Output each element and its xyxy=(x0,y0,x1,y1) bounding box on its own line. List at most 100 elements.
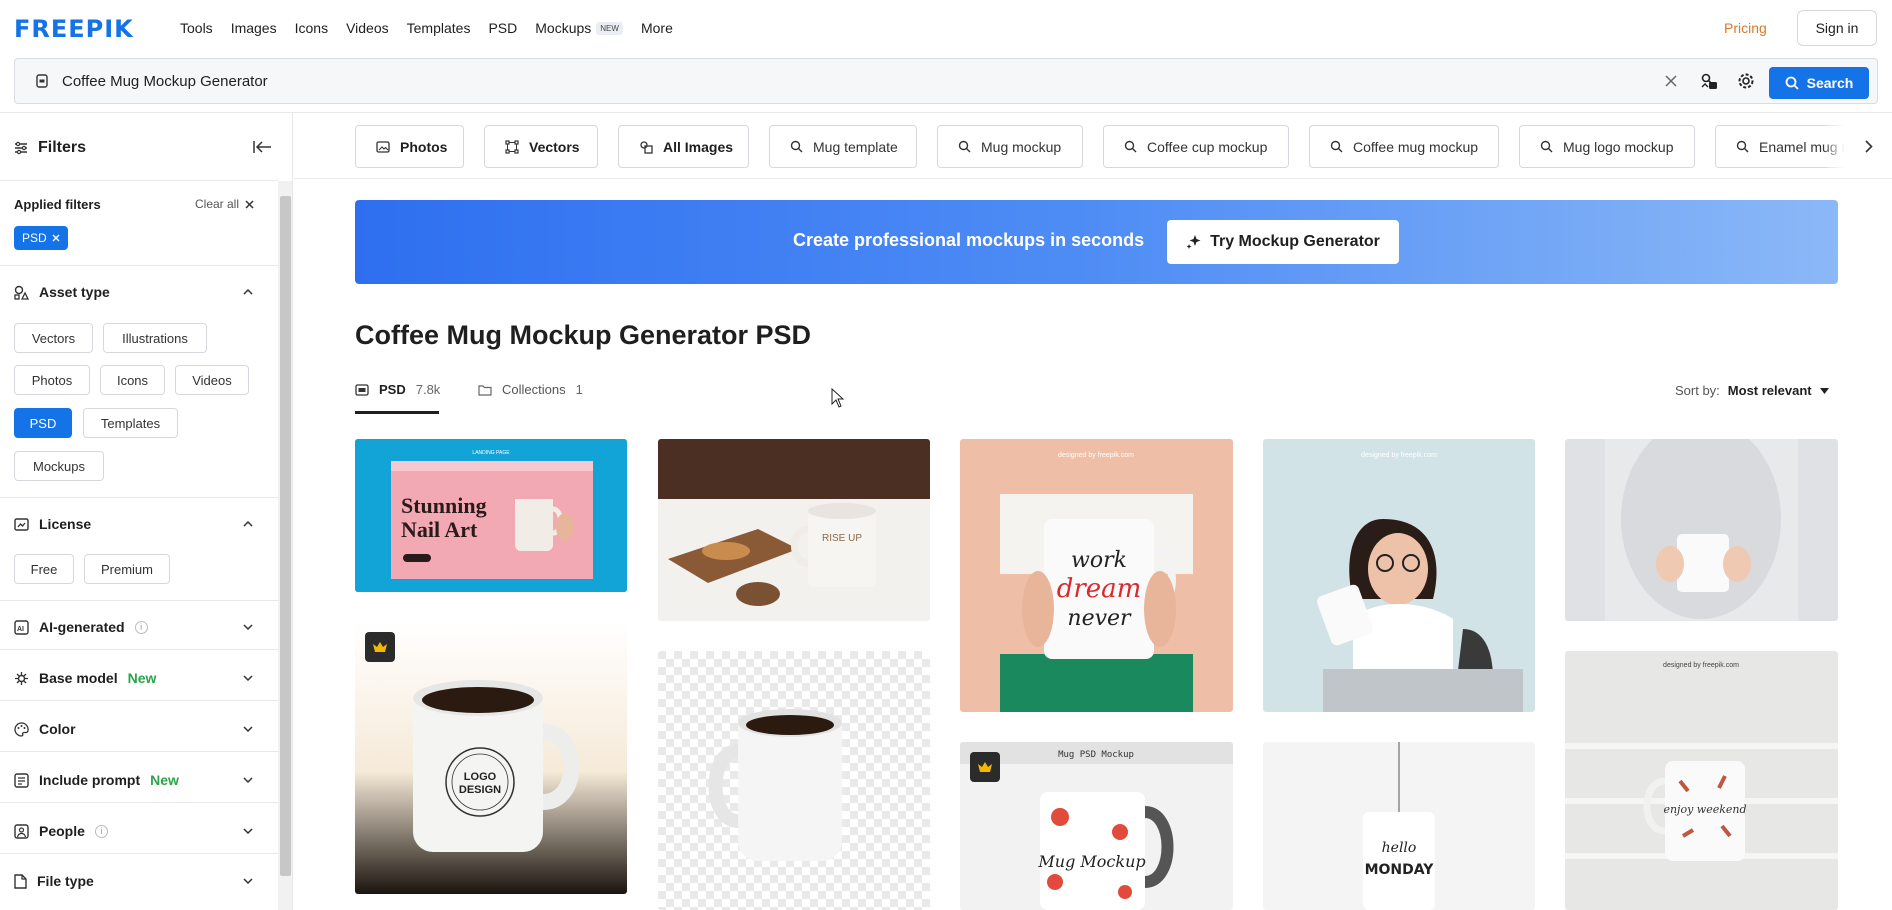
nav-templates[interactable]: Templates xyxy=(407,20,471,36)
info-icon[interactable]: i xyxy=(134,620,148,634)
page-title: Coffee Mug Mockup Generator PSD xyxy=(355,320,812,350)
nav-tools[interactable]: Tools xyxy=(180,20,213,36)
people-section-header[interactable]: People i xyxy=(14,823,264,839)
try-mockup-generator-button[interactable]: Try Mockup Generator xyxy=(1167,220,1399,264)
filter-psd-button[interactable]: PSD xyxy=(14,408,72,438)
svg-text:Nail Art: Nail Art xyxy=(401,517,478,542)
result-hello-monday-mug[interactable]: hello MONDAY xyxy=(1263,742,1535,910)
sort-by-value: Most relevant xyxy=(1727,383,1812,398)
remove-filter-icon xyxy=(52,234,60,242)
license-icon xyxy=(14,517,29,531)
divider xyxy=(0,180,278,181)
search-icon xyxy=(1736,140,1749,153)
filter-photos-button[interactable]: Photos xyxy=(14,365,90,395)
search-icon xyxy=(958,140,971,153)
svg-text:never: never xyxy=(1067,606,1132,631)
pricing-link[interactable]: Pricing xyxy=(1724,20,1767,36)
banner-text: Create professional mockups in seconds xyxy=(793,230,1145,250)
search-by-image-icon[interactable] xyxy=(1700,72,1718,90)
filter-templates-button[interactable]: Templates xyxy=(83,408,178,438)
nav-videos[interactable]: Videos xyxy=(346,20,389,36)
filter-icons-button[interactable]: Icons xyxy=(100,365,165,395)
applied-filter-chip-psd[interactable]: PSD xyxy=(14,226,68,250)
chip-mug-mockup[interactable]: Mug mockup xyxy=(937,125,1083,168)
filter-premium-button[interactable]: Premium xyxy=(84,554,170,584)
result-logo-design-mug[interactable]: LOGO DESIGN xyxy=(355,622,627,894)
svg-text:LOGO: LOGO xyxy=(464,771,497,783)
freepik-logo[interactable]: FREEPIK xyxy=(14,15,134,43)
tab-psd[interactable]: PSD 7.8k xyxy=(355,382,440,397)
settings-gear-icon[interactable] xyxy=(1737,72,1755,90)
sliders-icon xyxy=(14,141,28,155)
result-nail-art-landing[interactable]: LANDING PAGE Stunning Nail Art xyxy=(355,439,627,592)
filter-illustrations-button[interactable]: Illustrations xyxy=(103,323,207,353)
sign-in-button[interactable]: Sign in xyxy=(1797,10,1877,46)
filter-videos-button[interactable]: Videos xyxy=(175,365,249,395)
nav-mockups[interactable]: Mockups NEW xyxy=(535,20,623,36)
filter-vectors-button[interactable]: Vectors xyxy=(14,323,93,353)
result-image xyxy=(658,651,930,910)
file-type-section-header[interactable]: File type xyxy=(14,873,264,889)
tab-collections-label: Collections xyxy=(502,382,566,397)
result-hands-holding-white-mug[interactable] xyxy=(1565,439,1838,621)
sidebar-scrollbar-thumb[interactable] xyxy=(280,196,291,876)
chip-photos[interactable]: Photos xyxy=(355,125,464,168)
license-label: License xyxy=(39,516,92,532)
result-rise-up-mug[interactable]: RISE UP xyxy=(658,439,930,621)
result-woman-drinking-mug[interactable]: designed by freepik.com xyxy=(1263,439,1535,712)
chip-coffee-cup-mockup[interactable]: Coffee cup mockup xyxy=(1103,125,1289,168)
sort-by-label: Sort by: xyxy=(1675,383,1720,398)
nav-icons[interactable]: Icons xyxy=(295,20,328,36)
tab-collections[interactable]: Collections 1 xyxy=(478,382,583,397)
color-section-header[interactable]: Color xyxy=(14,721,264,737)
nav-videos-label: Videos xyxy=(346,20,389,36)
nav-images[interactable]: Images xyxy=(231,20,277,36)
filter-mockups-button[interactable]: Mockups xyxy=(14,451,104,481)
chip-mug-template[interactable]: Mug template xyxy=(769,125,917,168)
premium-crown-icon[interactable] xyxy=(365,632,395,662)
result-mug-psd-mockup-floral[interactable]: Mug PSD Mockup Mug Mockup xyxy=(960,742,1233,910)
result-image: designed by freepik.com work dream never xyxy=(960,439,1233,712)
ai-generated-section-header[interactable]: AI AI-generated i xyxy=(14,619,264,635)
chip-label: Coffee cup mockup xyxy=(1147,138,1268,155)
clear-all-button[interactable]: Clear all xyxy=(195,197,254,211)
asset-type-icon xyxy=(14,285,29,300)
svg-text:LANDING PAGE: LANDING PAGE xyxy=(472,450,510,456)
nav-more[interactable]: More xyxy=(641,20,673,36)
vector-icon xyxy=(505,139,519,154)
info-icon[interactable]: i xyxy=(94,824,108,838)
chip-coffee-mug-mockup[interactable]: Coffee mug mockup xyxy=(1309,125,1499,168)
svg-text:hello: hello xyxy=(1382,840,1417,856)
chip-vectors[interactable]: Vectors xyxy=(484,125,598,168)
active-tab-indicator xyxy=(355,411,439,414)
chip-all-images[interactable]: All Images xyxy=(618,125,749,168)
clear-search-icon[interactable] xyxy=(1663,73,1679,89)
search-button[interactable]: Search xyxy=(1769,67,1869,99)
include-prompt-section-header[interactable]: Include prompt New xyxy=(14,772,264,788)
license-section-header[interactable]: License xyxy=(14,516,264,532)
filter-free-button[interactable]: Free xyxy=(14,554,74,584)
result-white-mug-transparent[interactable] xyxy=(658,651,930,910)
collapse-sidebar-icon[interactable] xyxy=(253,139,273,155)
tab-psd-count: 7.8k xyxy=(415,382,441,397)
images-icon xyxy=(639,140,653,154)
chips-scroll-right-button[interactable] xyxy=(1823,125,1877,168)
base-model-section-header[interactable]: Base model New xyxy=(14,670,264,686)
asset-type-section-header[interactable]: Asset type xyxy=(14,284,264,300)
search-bar: Coffee Mug Mockup Generator Search xyxy=(14,58,1878,104)
nav-psd[interactable]: PSD xyxy=(488,20,517,36)
chevron-down-icon xyxy=(243,624,253,630)
svg-text:Mug Mockup: Mug Mockup xyxy=(1037,852,1145,871)
base-model-icon xyxy=(14,671,29,686)
sort-by-dropdown[interactable]: Sort by: Most relevant xyxy=(1675,383,1829,398)
result-work-dream-never-mug[interactable]: designed by freepik.com work dream never xyxy=(960,439,1233,712)
result-image: LOGO DESIGN xyxy=(355,622,627,894)
result-enjoy-weekend-mug[interactable]: designed by freepik.com enjoy weekend xyxy=(1565,651,1838,910)
mouse-pointer-icon xyxy=(831,388,845,408)
nav-mockups-label: Mockups xyxy=(535,20,592,36)
search-input[interactable]: Coffee Mug Mockup Generator xyxy=(62,73,268,90)
svg-text:designed by freepik.com: designed by freepik.com xyxy=(1663,662,1739,669)
chip-mug-logo-mockup[interactable]: Mug logo mockup xyxy=(1519,125,1695,168)
premium-crown-icon[interactable] xyxy=(970,752,1000,782)
psd-file-icon[interactable] xyxy=(35,74,49,88)
